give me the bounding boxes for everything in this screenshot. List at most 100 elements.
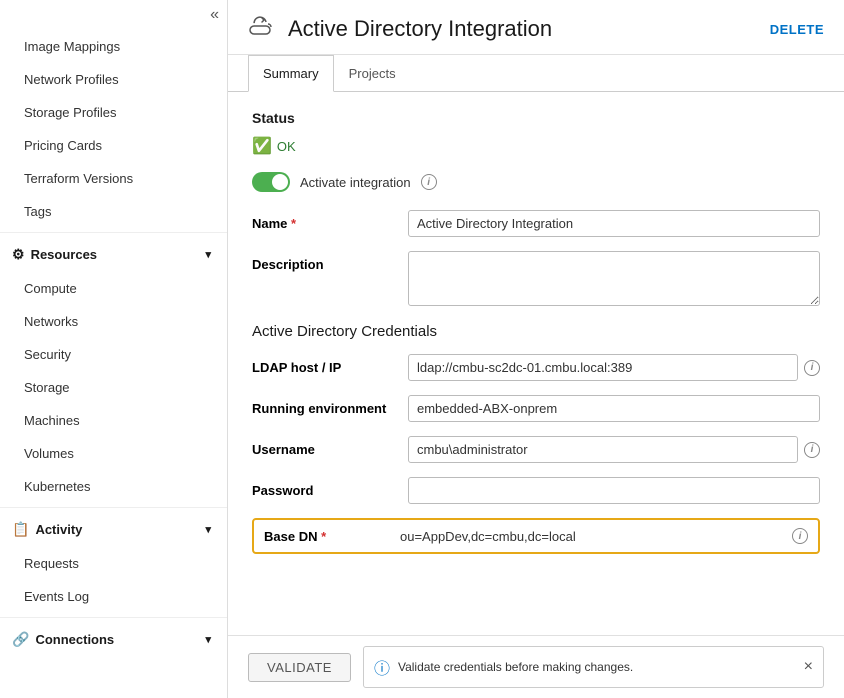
sidebar-item-storage[interactable]: Storage [0,371,227,404]
validate-button[interactable]: VALIDATE [248,653,351,682]
username-input[interactable] [408,436,798,463]
running-env-input-wrap [408,395,820,422]
name-input-wrap [408,210,820,237]
sidebar-item-storage-profiles[interactable]: Storage Profiles [0,96,227,129]
sidebar-item-networks[interactable]: Networks [0,305,227,338]
password-input[interactable] [408,477,820,504]
tooltip-close-button[interactable]: × [804,658,813,676]
tooltip-info-icon: ⓘ [374,655,390,679]
description-input-wrap [408,251,820,309]
sidebar-item-label: Network Profiles [24,72,119,87]
status-ok-icon: ✅ [252,136,272,156]
name-input[interactable] [408,210,820,237]
sidebar-item-label: Requests [24,556,79,571]
sidebar-item-label: Image Mappings [24,39,120,54]
connections-label: Connections [35,632,114,647]
name-label: Name * [252,210,392,231]
sidebar-collapse-button[interactable]: « [0,0,227,30]
basedn-info-icon[interactable]: i [792,528,808,544]
activity-chevron-icon: ▾ [205,523,211,536]
toggle-label: Activate integration [300,175,411,190]
delete-button[interactable]: DELETE [770,22,824,37]
sidebar-item-events-log[interactable]: Events Log [0,580,227,613]
running-env-input[interactable] [408,395,820,422]
sidebar-divider-2 [0,507,227,508]
sidebar-item-label: Compute [24,281,77,296]
password-row: Password [252,477,820,504]
sidebar-item-label: Tags [24,204,51,219]
username-row: Username i [252,436,820,463]
sidebar-item-label: Networks [24,314,78,329]
activity-icon: 📋 [12,521,29,538]
sidebar-item-tags[interactable]: Tags [0,195,227,228]
tab-bar: Summary Projects [228,55,844,92]
sidebar-item-label: Volumes [24,446,74,461]
sidebar-section-connections[interactable]: 🔗 Connections ▾ [0,622,227,657]
sidebar-item-network-profiles[interactable]: Network Profiles [0,63,227,96]
name-required-star: * [291,216,296,231]
sidebar-section-resources[interactable]: ⚙ Resources ▾ [0,237,227,272]
sidebar-item-security[interactable]: Security [0,338,227,371]
sidebar-item-label: Events Log [24,589,89,604]
sidebar-divider-3 [0,617,227,618]
sidebar-item-machines[interactable]: Machines [0,404,227,437]
sidebar-item-label: Storage [24,380,70,395]
collapse-icon: « [210,6,219,24]
toggle-info-icon[interactable]: i [421,174,437,190]
tooltip-text: Validate credentials before making chang… [398,660,633,674]
sidebar-item-requests[interactable]: Requests [0,547,227,580]
sidebar-item-label: Machines [24,413,80,428]
password-label: Password [252,477,392,498]
sidebar-item-label: Storage Profiles [24,105,117,120]
resources-label: Resources [31,247,97,262]
sidebar-item-compute[interactable]: Compute [0,272,227,305]
ldap-input-wrap: i [408,354,820,381]
tab-projects[interactable]: Projects [334,55,411,92]
sidebar-item-label: Kubernetes [24,479,91,494]
credentials-section-title: Active Directory Credentials [252,323,820,340]
connections-chevron-icon: ▾ [205,633,211,646]
sidebar-item-pricing-cards[interactable]: Pricing Cards [0,129,227,162]
sidebar-item-label: Terraform Versions [24,171,133,186]
resources-chevron-icon: ▾ [205,248,211,261]
main-content: Active Directory Integration DELETE Summ… [228,0,844,698]
tab-content: Status ✅ OK Activate integration i Name … [228,92,844,635]
sidebar-item-terraform-versions[interactable]: Terraform Versions [0,162,227,195]
status-section-title: Status [252,110,820,126]
basedn-row: Base DN * i [252,518,820,554]
username-label: Username [252,436,392,457]
status-ok: ✅ OK [252,136,820,156]
activate-integration-row: Activate integration i [252,172,820,192]
sidebar-item-image-mappings[interactable]: Image Mappings [0,30,227,63]
description-label: Description [252,251,392,272]
tab-summary[interactable]: Summary [248,55,334,92]
ldap-info-icon[interactable]: i [804,360,820,376]
page-header: Active Directory Integration DELETE [228,0,844,55]
description-textarea[interactable] [408,251,820,306]
name-row: Name * [252,210,820,237]
basedn-label: Base DN * [264,529,384,544]
sidebar: « Image Mappings Network Profiles Storag… [0,0,228,698]
sidebar-divider [0,232,227,233]
sidebar-item-label: Security [24,347,71,362]
running-env-label: Running environment [252,395,392,416]
ldap-input[interactable] [408,354,798,381]
sidebar-item-volumes[interactable]: Volumes [0,437,227,470]
connections-icon: 🔗 [12,631,29,648]
ldap-label: LDAP host / IP [252,354,392,375]
sidebar-item-label: Pricing Cards [24,138,102,153]
ldap-row: LDAP host / IP i [252,354,820,381]
sidebar-section-activity[interactable]: 📋 Activity ▾ [0,512,227,547]
sidebar-item-kubernetes[interactable]: Kubernetes [0,470,227,503]
password-input-wrap [408,477,820,504]
username-input-wrap: i [408,436,820,463]
status-value: OK [277,139,296,154]
basedn-input[interactable] [400,529,786,544]
username-info-icon[interactable]: i [804,442,820,458]
activate-integration-toggle[interactable] [252,172,290,192]
basedn-required-star: * [321,529,326,544]
resources-icon: ⚙ [12,246,25,263]
activity-label: Activity [35,522,82,537]
status-block: Status ✅ OK [252,110,820,156]
basedn-input-wrap: i [400,528,808,544]
